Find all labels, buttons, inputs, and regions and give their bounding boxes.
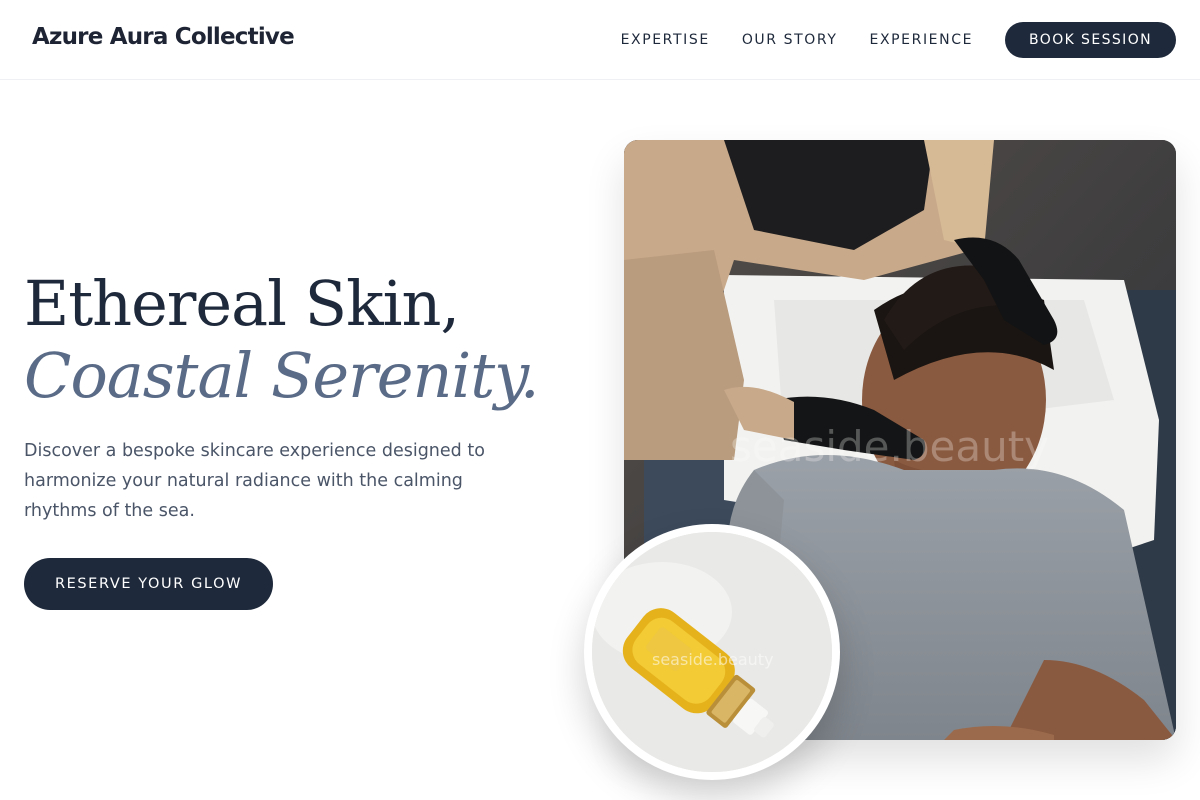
serum-bottle-photo: seaside.beauty — [592, 532, 832, 772]
hero-subtitle: Discover a bespoke skincare experience d… — [24, 441, 485, 521]
reserve-glow-button[interactable]: RESERVE YOUR GLOW — [24, 558, 273, 610]
product-watermark: seaside.beauty — [652, 650, 774, 669]
nav-link-expertise[interactable]: EXPERTISE — [621, 22, 710, 58]
hero-title-line2: Coastal Serenity. — [24, 339, 540, 412]
nav-link-experience[interactable]: EXPERIENCE — [870, 22, 974, 58]
nav-link-our-story[interactable]: OUR STORY — [742, 22, 838, 58]
brand-logo[interactable]: Azure Aura Collective — [32, 24, 295, 50]
nav-links: EXPERTISE OUR STORY EXPERIENCE BOOK SESS… — [621, 22, 1176, 58]
product-circle-frame: seaside.beauty — [584, 524, 840, 780]
photo-watermark: seaside.beauty — [730, 422, 1050, 471]
hero-title-line1: Ethereal Skin, — [24, 267, 460, 340]
book-session-button[interactable]: BOOK SESSION — [1005, 22, 1176, 58]
hero-title: Ethereal Skin, Coastal Serenity. — [24, 268, 584, 412]
top-navigation: Azure Aura Collective EXPERTISE OUR STOR… — [0, 0, 1200, 80]
